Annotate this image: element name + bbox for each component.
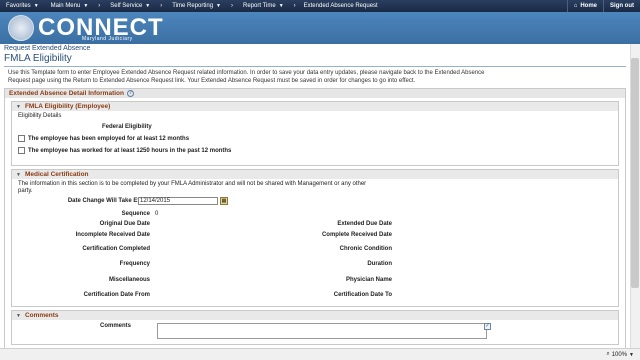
app-header: CONNECT Maryland Judiciary xyxy=(0,12,640,44)
spellcheck-icon[interactable]: ✓ xyxy=(484,323,491,330)
collapse-triangle-icon: ▼ xyxy=(16,312,21,319)
logo-subtitle: Maryland Judiciary xyxy=(82,36,133,42)
nav-report-time[interactable]: Report Time ▼ xyxy=(237,0,290,12)
chevron-down-icon: ▼ xyxy=(145,3,151,9)
detail-section-header: Extended Absence Detail Information ? xyxy=(5,89,625,98)
certification-date-from-label: Certification Date From xyxy=(83,292,150,298)
medical-header[interactable]: ▼ Medical Certification xyxy=(12,170,618,179)
magnifier-icon: ⌕ xyxy=(606,351,610,357)
complete-received-date-label: Complete Received Date xyxy=(321,232,392,238)
status-bar: ⌕ 100% ▼ xyxy=(0,348,640,360)
original-due-date-label: Original Due Date xyxy=(99,221,150,227)
eligibility-group: ▼ FMLA Eligibility (Employee) Eligibilit… xyxy=(11,101,619,166)
detail-section: Extended Absence Detail Information ? ▼ … xyxy=(4,88,626,348)
comments-label: Comments xyxy=(99,323,131,329)
chevron-down-icon: ▼ xyxy=(216,3,221,9)
certification-date-to-label: Certification Date To xyxy=(333,292,392,298)
eligibility-header[interactable]: ▼ FMLA Eligibility (Employee) xyxy=(12,102,618,111)
sequence-label: Sequence xyxy=(121,211,150,217)
employed-12-months-row: The employee has been employed for at le… xyxy=(18,135,612,142)
chevron-down-icon: ▼ xyxy=(278,3,284,9)
sign-out-link[interactable]: Sign out xyxy=(603,0,640,12)
intro-text: Use this Template form to enter Employee… xyxy=(8,70,485,84)
employed-12-months-checkbox[interactable] xyxy=(18,135,25,142)
nav-report-time-label: Report Time xyxy=(243,3,276,9)
certification-completed-label: Certification Completed xyxy=(82,246,150,252)
extended-due-date-label: Extended Due Date xyxy=(337,221,392,227)
chevron-down-icon: ▼ xyxy=(83,3,89,9)
sequence-value: 0 xyxy=(155,211,159,217)
employed-12-months-label: The employee has been employed for at le… xyxy=(28,135,190,142)
incomplete-received-date-label: Incomplete Received Date xyxy=(75,232,150,238)
comments-body: Comments ✓ xyxy=(12,320,618,344)
nav-main-menu-label: Main Menu xyxy=(50,3,81,9)
zoom-level: 100% xyxy=(611,351,628,358)
worked-1250-hours-checkbox[interactable] xyxy=(18,147,25,154)
worked-1250-hours-row: The employee has worked for at least 125… xyxy=(18,147,612,154)
breadcrumb: Request Extended Absence xyxy=(4,45,91,52)
eligibility-details-label: Eligibility Details xyxy=(18,113,62,119)
eligibility-title: FMLA Eligibility (Employee) xyxy=(24,103,111,110)
page-title: FMLA Eligibility xyxy=(4,53,72,64)
medical-title: Medical Certification xyxy=(24,171,89,178)
top-nav-bar: Favorites ▼ Main Menu ▼ › Self Service ▼ › … xyxy=(0,0,640,12)
nav-separator-icon: › xyxy=(293,3,296,9)
nav-separator-icon: › xyxy=(231,3,233,9)
worked-1250-hours-label: The employee has worked for at least 125… xyxy=(28,147,232,154)
chevron-down-icon: ▼ xyxy=(629,351,634,358)
calendar-icon[interactable]: ▦ xyxy=(220,197,228,205)
nav-time-reporting-label: Time Reporting xyxy=(172,3,214,9)
nav-main-menu[interactable]: Main Menu ▼ xyxy=(45,0,95,12)
help-icon[interactable]: ? xyxy=(126,90,134,97)
medical-note: The information in this section is to be… xyxy=(18,181,367,194)
nav-time-reporting[interactable]: Time Reporting ▼ xyxy=(166,0,227,12)
eligibility-body: Eligibility Details Federal Eligibility … xyxy=(12,111,618,165)
home-link[interactable]: ⌂ Home xyxy=(566,0,603,12)
date-change-input[interactable]: 12/14/2015 xyxy=(138,197,218,205)
zoom-control[interactable]: ⌕ 100% ▼ xyxy=(606,351,634,358)
frequency-label: Frequency xyxy=(119,261,150,267)
home-label: Home xyxy=(580,3,597,9)
title-divider xyxy=(4,66,626,67)
page-content: Request Extended Absence FMLA Eligibilit… xyxy=(0,44,630,348)
nav-current-page: Extended Absence Request xyxy=(303,3,378,9)
nav-self-service-label: Self Service xyxy=(110,3,143,9)
nav-self-service[interactable]: Self Service ▼ xyxy=(104,0,156,12)
chronic-condition-label: Chronic Condition xyxy=(339,246,392,252)
nav-favorites-label: Favorites xyxy=(6,3,31,9)
nav-separator-icon: › xyxy=(98,3,101,9)
duration-label: Duration xyxy=(367,261,392,267)
comments-header[interactable]: ▼ Comments xyxy=(12,311,618,320)
medical-fields: Date Change Will Take Effect 12/14/2015 … xyxy=(18,197,612,298)
detail-section-title: Extended Absence Detail Information xyxy=(9,90,124,97)
physician-name-label: Physician Name xyxy=(345,277,392,283)
home-icon: ⌂ xyxy=(573,3,578,9)
medical-group: ▼ Medical Certification The information … xyxy=(11,169,619,307)
nav-favorites[interactable]: Favorites ▼ xyxy=(0,0,45,12)
medical-body: The information in this section is to be… xyxy=(12,179,618,306)
seal-icon xyxy=(8,15,34,41)
chevron-down-icon: ▼ xyxy=(33,3,39,9)
collapse-triangle-icon: ▼ xyxy=(16,171,21,178)
collapse-triangle-icon: ▼ xyxy=(16,103,21,110)
miscellaneous-label: Miscellaneous xyxy=(108,277,150,283)
comments-textarea[interactable] xyxy=(157,323,487,339)
nav-separator-icon: › xyxy=(160,3,163,9)
federal-eligibility-label: Federal Eligibility xyxy=(102,124,152,130)
scrollbar-thumb[interactable] xyxy=(631,58,639,288)
comments-group: ▼ Comments Comments ✓ xyxy=(11,310,619,345)
comments-title: Comments xyxy=(24,312,59,319)
